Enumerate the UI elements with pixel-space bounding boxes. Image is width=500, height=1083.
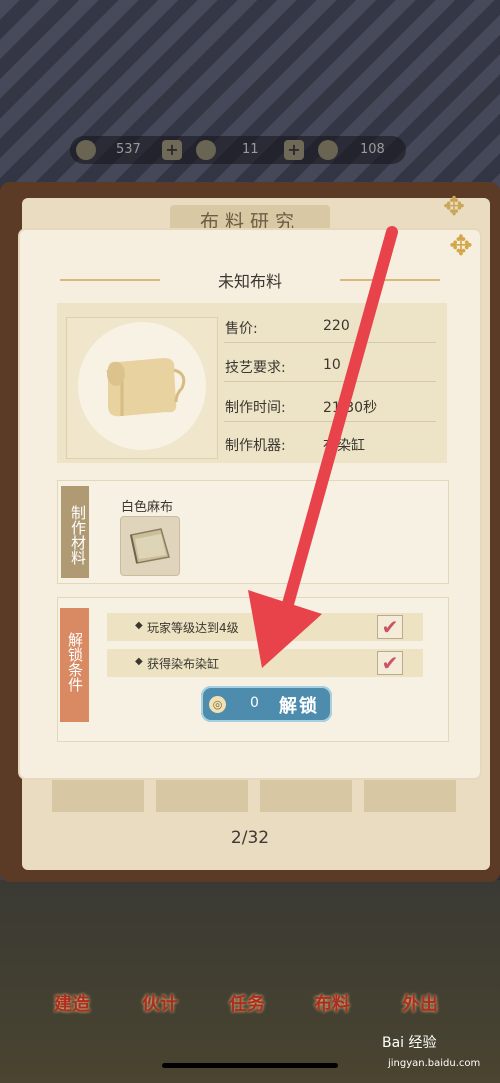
nav-fabric[interactable]: 布料: [302, 990, 362, 1016]
nav-staff[interactable]: 伙计: [130, 990, 190, 1016]
home-indicator[interactable]: [162, 1063, 338, 1068]
nav-outing[interactable]: 外出: [390, 990, 450, 1016]
watermark-url: jingyan.baidu.com: [388, 1058, 481, 1069]
annotation-arrow: [248, 226, 398, 668]
watermark-brand: Bai 经验: [382, 1035, 437, 1051]
nav-tasks[interactable]: 任务: [217, 990, 277, 1016]
nav-build[interactable]: 建造: [42, 990, 102, 1016]
